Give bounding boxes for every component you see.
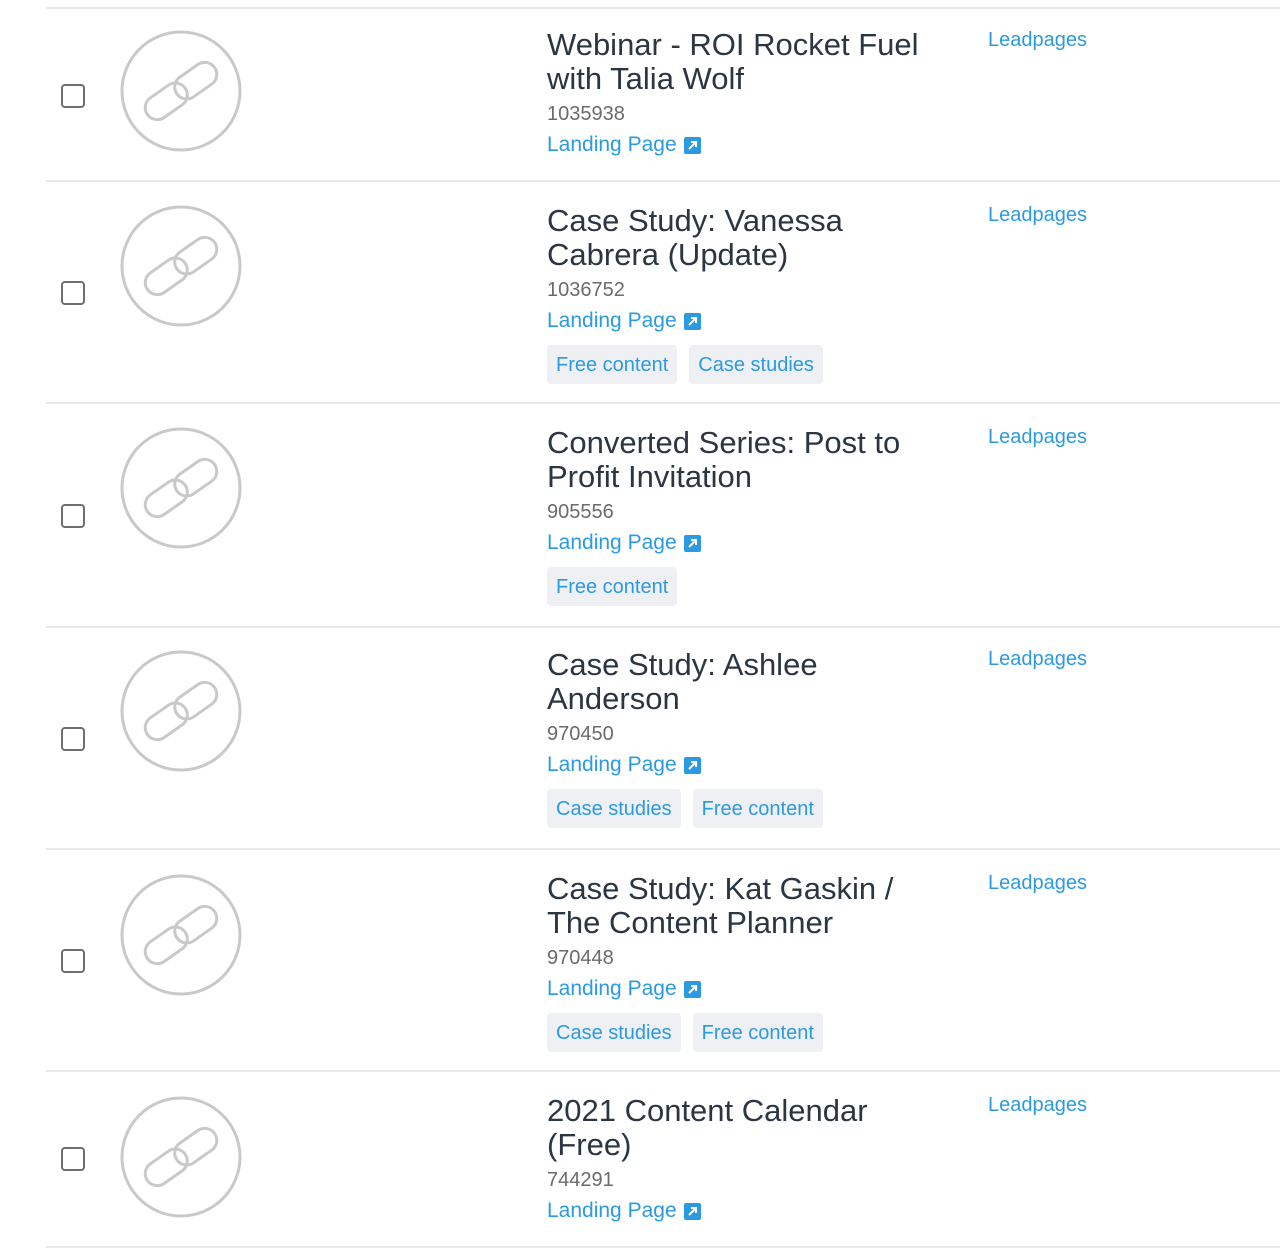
list-item: Case Study: Ashlee Anderson 970450 Landi… (46, 628, 1280, 850)
source-link[interactable]: Leadpages (988, 647, 1087, 671)
row-select-checkbox[interactable] (61, 949, 85, 973)
page-id: 1036752 (547, 279, 625, 301)
landing-page-link[interactable]: Landing Page (547, 974, 701, 1004)
landing-page-link[interactable]: Landing Page (547, 1196, 701, 1226)
link-chain-icon (120, 1096, 242, 1218)
thumbnail (120, 30, 242, 152)
thumbnail (120, 205, 242, 327)
tag-list: Case studies Free content (547, 1013, 947, 1052)
page-id: 744291 (547, 1169, 614, 1191)
external-link-icon (683, 756, 701, 774)
landing-page-link[interactable]: Landing Page (547, 130, 701, 160)
external-link-icon (683, 136, 701, 154)
page-info: Case Study: Kat Gaskin / The Content Pla… (547, 872, 947, 1052)
list-item: Case Study: Vanessa Cabrera (Update) 103… (46, 182, 1280, 404)
link-chain-icon (120, 874, 242, 996)
page-title: Case Study: Ashlee Anderson (547, 647, 818, 716)
list-item: Converted Series: Post to Profit Invitat… (46, 404, 1280, 628)
external-link-icon (683, 312, 701, 330)
row-select-checkbox[interactable] (61, 1147, 85, 1171)
tag-list: Free content Case studies (547, 345, 947, 384)
row-select-checkbox[interactable] (61, 281, 85, 305)
external-link-icon (683, 980, 701, 998)
tag-list: Free content (547, 567, 947, 606)
tag[interactable]: Case studies (547, 1013, 681, 1052)
thumbnail (120, 427, 242, 549)
page-info: Case Study: Ashlee Anderson 970450 Landi… (547, 648, 947, 828)
row-select-checkbox[interactable] (61, 504, 85, 528)
landing-page-link-label: Landing Page (547, 309, 677, 332)
external-link-icon (683, 534, 701, 552)
page-title: Webinar - ROI Rocket Fuel with Talia Wol… (547, 27, 919, 96)
thumbnail (120, 650, 242, 772)
link-chain-icon (120, 650, 242, 772)
page-title: Case Study: Kat Gaskin / The Content Pla… (547, 871, 894, 940)
tag[interactable]: Case studies (689, 345, 823, 384)
landing-page-link-label: Landing Page (547, 753, 677, 776)
link-chain-icon (120, 205, 242, 327)
page-info: 2021 Content Calendar (Free) 744291 Land… (547, 1094, 947, 1226)
tag[interactable]: Case studies (547, 789, 681, 828)
page-info: Case Study: Vanessa Cabrera (Update) 103… (547, 204, 947, 384)
page-id: 1035938 (547, 103, 625, 125)
thumbnail (120, 1096, 242, 1218)
page-title: Converted Series: Post to Profit Invitat… (547, 425, 901, 494)
link-chain-icon (120, 30, 242, 152)
page-id: 905556 (547, 501, 614, 523)
landing-page-link[interactable]: Landing Page (547, 750, 701, 780)
landing-page-link-label: Landing Page (547, 977, 677, 1000)
source-link[interactable]: Leadpages (988, 1093, 1087, 1117)
landing-page-link[interactable]: Landing Page (547, 528, 701, 558)
row-select-checkbox[interactable] (61, 727, 85, 751)
landing-page-link-label: Landing Page (547, 531, 677, 554)
page-title: Case Study: Vanessa Cabrera (Update) (547, 203, 843, 272)
page-info: Converted Series: Post to Profit Invitat… (547, 426, 947, 606)
page-info: Webinar - ROI Rocket Fuel with Talia Wol… (547, 28, 947, 160)
external-link-icon (683, 1202, 701, 1220)
source-link[interactable]: Leadpages (988, 425, 1087, 449)
list-item: Case Study: Kat Gaskin / The Content Pla… (46, 850, 1280, 1072)
source-link[interactable]: Leadpages (988, 871, 1087, 895)
tag[interactable]: Free content (692, 789, 823, 828)
tag[interactable]: Free content (692, 1013, 823, 1052)
landing-page-link-label: Landing Page (547, 133, 677, 156)
page-id: 970448 (547, 947, 614, 969)
row-select-checkbox[interactable] (61, 84, 85, 108)
landing-page-link[interactable]: Landing Page (547, 306, 701, 336)
tag[interactable]: Free content (547, 567, 678, 606)
source-link[interactable]: Leadpages (988, 203, 1087, 227)
link-chain-icon (120, 427, 242, 549)
tag[interactable]: Free content (547, 345, 678, 384)
list-item: 2021 Content Calendar (Free) 744291 Land… (46, 1072, 1280, 1248)
source-link[interactable]: Leadpages (988, 28, 1087, 52)
page-id: 970450 (547, 723, 614, 745)
thumbnail (120, 874, 242, 996)
page-title: 2021 Content Calendar (Free) (547, 1093, 868, 1162)
tag-list: Case studies Free content (547, 789, 947, 828)
landing-page-link-label: Landing Page (547, 1199, 677, 1222)
list-item: Webinar - ROI Rocket Fuel with Talia Wol… (46, 9, 1280, 182)
